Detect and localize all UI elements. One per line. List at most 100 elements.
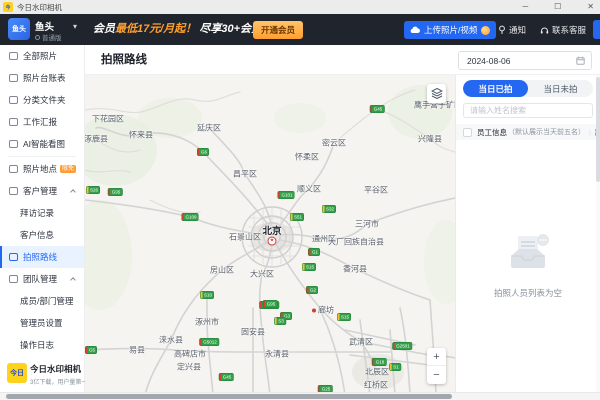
sidebar-item-label: 团队管理 — [23, 273, 57, 285]
collapse-caret-icon[interactable] — [70, 277, 76, 283]
panel-scrollbar[interactable] — [596, 75, 600, 392]
location-icon — [9, 165, 18, 173]
clipped-blue-button[interactable] — [593, 20, 600, 39]
map-label: 武清区 — [349, 337, 373, 348]
map-label: 北辰区 — [365, 367, 389, 378]
map-label-capital: 北京 — [262, 223, 281, 237]
plan-icon — [35, 35, 40, 40]
road-badge: G2 — [306, 287, 317, 294]
sidebar-item-operation-log[interactable]: 操作日志 — [0, 334, 84, 356]
sidebar-item-admin-settings[interactable]: 管理员设置 — [0, 312, 84, 334]
sidebar-item-customer-info[interactable]: 客户信息 — [0, 224, 84, 246]
app-icon: 今 — [3, 2, 13, 12]
map-label: 怀柔区 — [295, 152, 319, 163]
plan-badge: 普通版 — [35, 32, 62, 42]
tab-group: 当日已拍 当日未拍 — [463, 80, 593, 97]
map-label: 涿鹿县 — [85, 134, 108, 145]
sidebar-item-member-dept[interactable]: 成员/部门管理 — [0, 290, 84, 312]
map-label: 定兴县 — [177, 362, 201, 373]
map-label: 顺义区 — [297, 184, 321, 195]
page-title: 拍照路线 — [101, 45, 147, 75]
close-button[interactable]: ✕ — [587, 0, 594, 14]
sidebar-item-work-report[interactable]: 工作汇报 — [0, 111, 84, 133]
map-label: 下花园区 — [92, 114, 124, 125]
window-title: 今日水印相机 — [17, 2, 62, 13]
brand-logo: 今日 — [7, 363, 27, 383]
search-input[interactable] — [464, 106, 592, 115]
capital-marker-icon: ★ — [268, 237, 277, 246]
road-badge: G109 — [182, 214, 198, 221]
sidebar-nav: 全部照片照片台账表分类文件夹工作汇报AI智能看图照片地点限免客户管理拜访记录客户… — [0, 45, 84, 356]
sidebar-item-visit-records[interactable]: 拜访记录 — [0, 202, 84, 224]
app-window: 今 今日水印相机 ─ ☐ ✕ 鱼头 鱼头 普通版 ▾ 会员最低17元/月起！ 尽… — [0, 0, 600, 400]
free-badge: 限免 — [60, 165, 76, 173]
sidebar-item-label: 照片地点 — [23, 163, 57, 175]
upload-button[interactable]: 上传照片/视频 — [404, 21, 496, 39]
user-dropdown-caret-icon[interactable]: ▾ — [73, 22, 77, 31]
road-badge: S3 — [275, 318, 286, 325]
map-label: 高碑店市 — [174, 349, 206, 360]
map-label: 昌平区 — [233, 169, 257, 180]
road-badge: G101 — [278, 192, 294, 199]
maximize-button[interactable]: ☐ — [554, 0, 561, 14]
road-badge: G6 — [197, 149, 208, 156]
support-link[interactable]: 联系客服 — [540, 21, 586, 39]
brand-title: 今日水印相机 — [30, 363, 85, 375]
layers-icon — [431, 88, 443, 99]
road-badge: G95 — [263, 301, 277, 308]
avatar[interactable]: 鱼头 — [8, 18, 30, 40]
username: 鱼头 — [35, 19, 54, 33]
date-picker[interactable]: 2024-08-06 — [458, 51, 592, 70]
zoom-out-button[interactable]: − — [427, 366, 446, 384]
sidebar-item-photo-location[interactable]: 照片地点限免 — [0, 158, 84, 180]
column-divider: | — [589, 128, 591, 137]
map-label: 房山区 — [210, 265, 234, 276]
coin-icon — [481, 26, 490, 35]
sidebar-item-photo-ledger[interactable]: 照片台账表 — [0, 67, 84, 89]
road-badge: S10 — [200, 292, 213, 299]
tab-taken-today[interactable]: 当日已拍 — [463, 80, 528, 97]
collapse-caret-icon[interactable] — [70, 189, 76, 195]
headset-icon — [540, 26, 549, 35]
map-label: 怀来县 — [129, 130, 153, 141]
sidebar-item-label: 分类文件夹 — [23, 94, 66, 106]
road-badge: G18 — [372, 359, 386, 366]
sidebar-item-label: 拍照路线 — [23, 251, 57, 263]
upgrade-button[interactable]: 开通会员 — [253, 21, 303, 39]
sidebar-item-label: 操作日志 — [20, 339, 54, 351]
road-badge: G2501 — [393, 343, 412, 350]
road-badge: G1 — [308, 249, 319, 256]
folder-icon — [9, 96, 18, 104]
sidebar-item-team-mgmt[interactable]: 团队管理 — [0, 268, 84, 290]
sidebar-item-label: 成员/部门管理 — [20, 295, 73, 307]
notice-link[interactable]: 通知 — [498, 21, 526, 39]
horizontal-scrollbar-thumb[interactable] — [6, 394, 452, 399]
map-label: 永清县 — [265, 349, 289, 360]
sidebar: 全部照片照片台账表分类文件夹工作汇报AI智能看图照片地点限免客户管理拜访记录客户… — [0, 45, 85, 392]
zoom-in-button[interactable]: + — [427, 348, 446, 366]
sidebar-item-folders[interactable]: 分类文件夹 — [0, 89, 84, 111]
sidebar-item-photo-route[interactable]: 拍照路线 — [0, 246, 84, 268]
sidebar-item-label: 管理员设置 — [20, 317, 63, 329]
report-icon — [9, 118, 18, 126]
select-all-checkbox[interactable] — [463, 128, 472, 137]
customer-icon — [9, 187, 18, 195]
sidebar-item-customer-mgmt[interactable]: 客户管理 — [0, 180, 84, 202]
sidebar-item-ai-view[interactable]: AI智能看图 — [0, 133, 84, 155]
map-canvas[interactable]: 下花园区涿鹿县怀来县延庆区昌平区密云区怀柔区顺义区平谷区三河市石景山区通州区大厂… — [85, 75, 455, 392]
empty-state: 拍照人员列表为空 — [456, 232, 600, 299]
horizontal-scrollbar[interactable] — [0, 392, 600, 400]
road-badge: S15 — [337, 314, 350, 321]
road-badge: S26 — [86, 187, 99, 194]
minimize-button[interactable]: ─ — [522, 0, 528, 14]
team-icon — [9, 275, 18, 283]
road-badge: S51 — [290, 214, 303, 221]
route-icon — [9, 253, 18, 261]
tab-not-taken-today[interactable]: 当日未拍 — [528, 80, 593, 97]
map-layers-button[interactable] — [427, 84, 446, 103]
photos-icon — [9, 52, 18, 60]
sidebar-item-all-photos[interactable]: 全部照片 — [0, 45, 84, 67]
road-badge: S32 — [322, 206, 335, 213]
sidebar-footer: 今日 今日水印相机 3亿下载，用户量第一 — [0, 363, 85, 386]
location-pin-icon — [498, 25, 506, 35]
